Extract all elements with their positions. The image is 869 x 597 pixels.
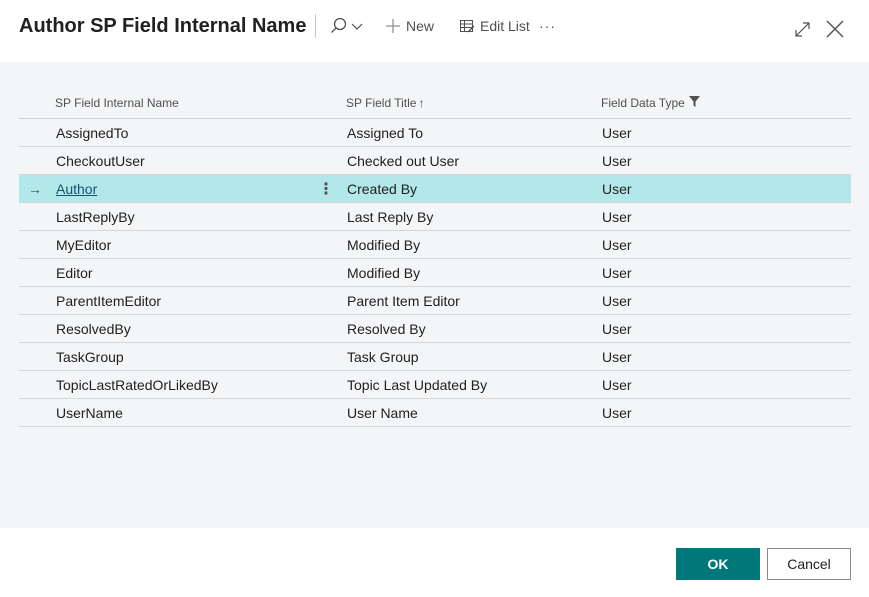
table-row[interactable]: MyEditor Modified By User: [19, 231, 851, 259]
cell-internal-name: ResolvedBy: [56, 321, 131, 337]
cell-title: User Name: [347, 405, 418, 421]
chevron-down-icon: [351, 20, 363, 32]
table-row[interactable]: Editor Modified By User: [19, 259, 851, 287]
cell-internal-name: Editor: [56, 265, 93, 281]
close-icon: [826, 20, 844, 38]
cell-data-type: User: [602, 377, 632, 393]
table-row[interactable]: ResolvedBy Resolved By User: [19, 315, 851, 343]
cell-data-type: User: [602, 153, 632, 169]
expand-button[interactable]: [794, 17, 811, 41]
cell-title: Resolved By: [347, 321, 426, 337]
cell-title: Assigned To: [347, 125, 424, 141]
cell-internal-name: AssignedTo: [56, 125, 129, 141]
cell-title: Parent Item Editor: [347, 293, 460, 309]
cell-internal-name: CheckoutUser: [56, 153, 145, 169]
cell-title: Task Group: [347, 349, 419, 365]
edit-list-button[interactable]: Edit List: [459, 14, 530, 38]
edit-list-label: Edit List: [480, 18, 530, 34]
plus-icon: [385, 18, 401, 34]
cell-internal-name[interactable]: Author: [56, 181, 97, 197]
table-header: SP Field Internal Name SP Field Title ↑ …: [19, 88, 851, 119]
close-button[interactable]: [826, 17, 844, 41]
cell-data-type: User: [602, 349, 632, 365]
cell-data-type: User: [602, 125, 632, 141]
cell-title: Modified By: [347, 237, 421, 253]
cancel-button[interactable]: Cancel: [767, 548, 851, 580]
expand-icon: [794, 21, 811, 38]
more-options-button[interactable]: ···: [539, 14, 556, 38]
table-row[interactable]: → Author ⋮ Created By User: [19, 175, 851, 203]
table-row[interactable]: CheckoutUser Checked out User User: [19, 147, 851, 175]
cell-internal-name: UserName: [56, 405, 123, 421]
cell-data-type: User: [602, 237, 632, 253]
column-header-title[interactable]: SP Field Title ↑: [346, 96, 424, 110]
column-header-internal-name[interactable]: SP Field Internal Name: [55, 96, 179, 110]
cell-title: Modified By: [347, 265, 421, 281]
cell-internal-name: LastReplyBy: [56, 209, 135, 225]
row-actions-icon[interactable]: ⋮: [318, 179, 334, 199]
cell-data-type: User: [602, 321, 632, 337]
table-body: AssignedTo Assigned To User CheckoutUser Che…: [19, 119, 851, 427]
search-button[interactable]: [330, 14, 363, 38]
list-content: SP Field Internal Name SP Field Title ↑ …: [0, 62, 869, 528]
cell-data-type: User: [602, 181, 632, 197]
cell-data-type: User: [602, 209, 632, 225]
field-table: SP Field Internal Name SP Field Title ↑ …: [19, 88, 851, 427]
cell-internal-name: MyEditor: [56, 237, 112, 253]
table-row[interactable]: ParentItemEditor Parent Item Editor User: [19, 287, 851, 315]
cell-data-type: User: [602, 265, 632, 281]
cell-data-type: User: [602, 293, 632, 309]
table-row[interactable]: LastReplyBy Last Reply By User: [19, 203, 851, 231]
table-row[interactable]: AssignedTo Assigned To User: [19, 119, 851, 147]
filter-icon: [688, 96, 700, 110]
table-row[interactable]: UserName User Name User: [19, 399, 851, 427]
new-label: New: [406, 18, 435, 34]
cell-title: Checked out User: [347, 153, 460, 169]
cell-title: Created By: [347, 181, 418, 197]
cell-internal-name: TopicLastRatedOrLikedBy: [56, 377, 218, 393]
edit-list-icon: [459, 18, 475, 34]
new-button[interactable]: New: [385, 14, 434, 38]
column-header-data-type[interactable]: Field Data Type: [601, 96, 700, 110]
sort-ascending-icon: ↑: [418, 96, 425, 110]
dialog-header: Author SP Field Internal Name New Edit L…: [0, 0, 869, 62]
cell-internal-name: TaskGroup: [56, 349, 124, 365]
ok-button[interactable]: OK: [676, 548, 760, 580]
dialog-footer: OK Cancel: [0, 528, 869, 597]
toolbar-divider: [315, 14, 316, 38]
cell-data-type: User: [602, 405, 632, 421]
current-row-arrow-icon: →: [28, 181, 42, 197]
table-row[interactable]: TopicLastRatedOrLikedBy Topic Last Update…: [19, 371, 851, 399]
table-row[interactable]: TaskGroup Task Group User: [19, 343, 851, 371]
cell-internal-name: ParentItemEditor: [56, 293, 162, 309]
cell-title: Last Reply By: [347, 209, 434, 225]
dialog-title: Author SP Field Internal Name: [19, 15, 307, 37]
search-icon: [330, 17, 348, 35]
cell-title: Topic Last Updated By: [347, 377, 488, 393]
